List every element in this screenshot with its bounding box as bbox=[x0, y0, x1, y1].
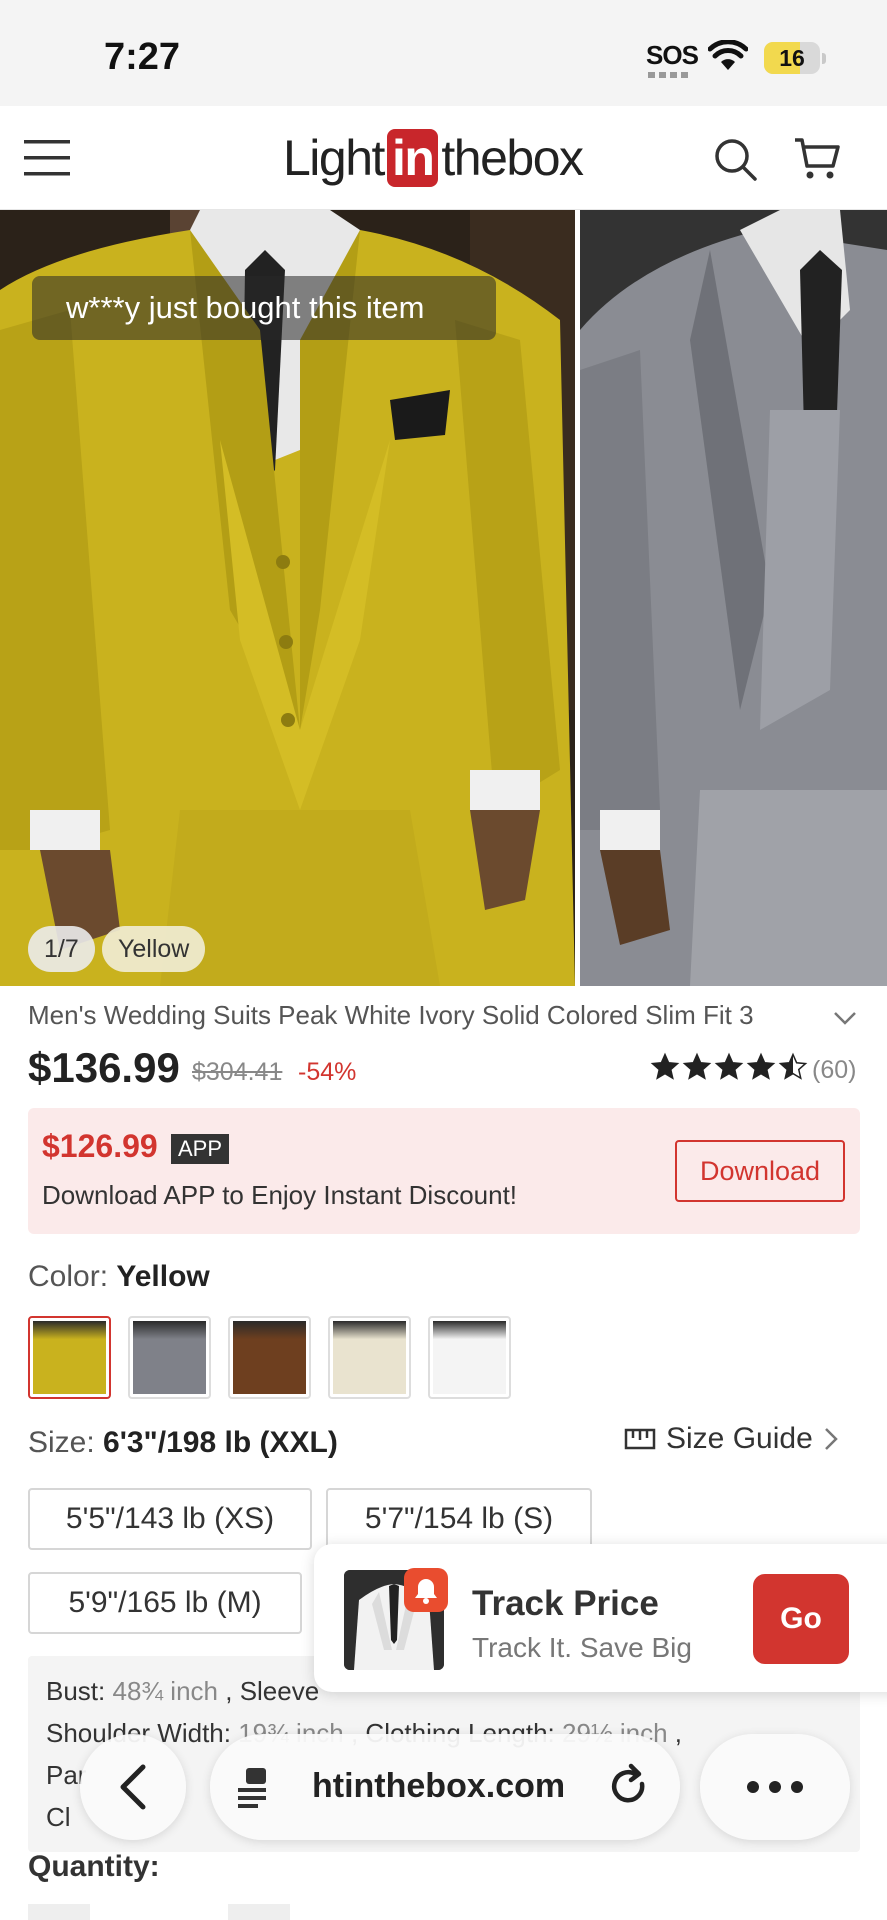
color-swatches bbox=[28, 1316, 511, 1399]
app-price: $126.99 bbox=[42, 1128, 158, 1164]
bell-icon bbox=[404, 1568, 448, 1612]
ruler-icon bbox=[624, 1428, 656, 1450]
chevron-right-icon bbox=[824, 1428, 838, 1450]
swatch-thumbnail bbox=[433, 1321, 506, 1394]
review-count[interactable]: (60) bbox=[812, 1056, 856, 1085]
color-swatch[interactable] bbox=[428, 1316, 511, 1399]
site-logo[interactable]: Light in thebox bbox=[283, 128, 584, 188]
swatch-thumbnail bbox=[233, 1321, 306, 1394]
app-promo-text: Download APP to Enjoy Instant Discount! bbox=[42, 1180, 518, 1210]
battery-icon: 16 bbox=[764, 42, 820, 74]
size-guide-link[interactable]: Size Guide bbox=[624, 1422, 839, 1456]
size-option-s[interactable]: 5'7"/154 lb (S) bbox=[326, 1488, 592, 1550]
track-price-subtitle: Track It. Save Big bbox=[472, 1632, 692, 1663]
color-label-prefix: Color: bbox=[28, 1260, 109, 1293]
bust-label: Bust: bbox=[46, 1676, 106, 1706]
product-photo-yellow[interactable]: w***y just bought this item 1/7 Yellow bbox=[0, 210, 575, 986]
product-photo-gray[interactable] bbox=[580, 210, 887, 986]
more-dot-icon bbox=[791, 1781, 803, 1793]
battery-cap bbox=[822, 53, 826, 64]
battery-percent: 16 bbox=[779, 45, 805, 71]
search-icon[interactable] bbox=[712, 136, 758, 182]
star-icon bbox=[650, 1052, 680, 1080]
track-price-popup[interactable]: Track Price Track It. Save Big Go bbox=[314, 1544, 887, 1692]
swatch-thumbnail bbox=[33, 1321, 106, 1394]
app-badge: APP bbox=[171, 1134, 230, 1164]
color-swatch[interactable] bbox=[328, 1316, 411, 1399]
image-counter: 1/7 bbox=[28, 926, 95, 972]
color-swatch[interactable] bbox=[28, 1316, 111, 1399]
reload-icon[interactable] bbox=[604, 1762, 654, 1812]
image-color-tag: Yellow bbox=[102, 926, 206, 972]
size-guide-label: Size Guide bbox=[666, 1422, 813, 1455]
swatch-thumbnail bbox=[133, 1321, 206, 1394]
star-icon bbox=[778, 1052, 808, 1080]
original-price: $304.41 bbox=[192, 1058, 283, 1086]
status-time: 7:27 bbox=[104, 36, 181, 78]
browser-address-bar[interactable]: htinthebox.com bbox=[210, 1734, 680, 1840]
gray-suit-illustration bbox=[580, 210, 887, 986]
quantity-label: Quantity: bbox=[28, 1850, 160, 1883]
size-option-xs[interactable]: 5'5"/143 lb (XS) bbox=[28, 1488, 312, 1550]
product-gallery[interactable]: w***y just bought this item 1/7 Yellow bbox=[0, 210, 887, 986]
browser-back-button[interactable] bbox=[80, 1734, 186, 1840]
cart-icon[interactable] bbox=[793, 136, 841, 182]
app-discount-banner: $126.99 APP Download APP to Enjoy Instan… bbox=[28, 1108, 860, 1234]
product-title[interactable]: Men's Wedding Suits Peak White Ivory Sol… bbox=[28, 1000, 828, 1031]
chevron-down-icon[interactable] bbox=[830, 1004, 860, 1032]
menu-icon[interactable] bbox=[24, 138, 70, 178]
download-app-button[interactable]: Download bbox=[675, 1140, 845, 1202]
current-price: $136.99 bbox=[28, 1044, 180, 1091]
logo-text-right: thebox bbox=[441, 130, 584, 186]
quantity-decrement-button[interactable] bbox=[28, 1904, 90, 1920]
signal-dots-icon bbox=[648, 72, 690, 78]
track-go-button[interactable]: Go bbox=[753, 1574, 849, 1664]
logo-text-left: Light bbox=[283, 130, 385, 186]
star-icon bbox=[714, 1052, 744, 1080]
rating-stars[interactable] bbox=[650, 1052, 808, 1082]
track-price-title: Track Price bbox=[472, 1584, 659, 1623]
size-option-m[interactable]: 5'9"/165 lb (M) bbox=[28, 1572, 302, 1634]
site-header: Light in thebox bbox=[0, 106, 887, 210]
chevron-left-icon bbox=[120, 1764, 146, 1810]
sleeve-label: Sleeve bbox=[239, 1676, 320, 1706]
color-label: Color: Yellow bbox=[28, 1260, 210, 1294]
bust-value: 48¾ inch bbox=[112, 1676, 219, 1706]
extension-puzzle-icon[interactable] bbox=[234, 1762, 284, 1812]
color-swatch[interactable] bbox=[228, 1316, 311, 1399]
sos-indicator: SOS bbox=[646, 40, 699, 70]
swatch-thumbnail bbox=[333, 1321, 406, 1394]
size-label-prefix: Size: bbox=[28, 1426, 95, 1459]
star-icon bbox=[682, 1052, 712, 1080]
browser-more-button[interactable] bbox=[700, 1734, 850, 1840]
selected-size: 6'3"/198 lb (XXL) bbox=[103, 1426, 338, 1459]
logo-text-mid: in bbox=[386, 129, 439, 187]
more-dot-icon bbox=[769, 1781, 781, 1793]
wifi-icon bbox=[708, 40, 748, 70]
selected-color: Yellow bbox=[116, 1260, 210, 1293]
recent-purchase-toast: w***y just bought this item bbox=[32, 276, 496, 340]
quantity-increment-button[interactable] bbox=[228, 1904, 290, 1920]
star-icon bbox=[746, 1052, 776, 1080]
browser-url: htinthebox.com bbox=[312, 1767, 566, 1805]
size-label: Size: 6'3"/198 lb (XXL) bbox=[28, 1426, 338, 1460]
status-bar: 7:27 SOS 16 bbox=[0, 0, 887, 106]
discount-percent: -54% bbox=[298, 1058, 357, 1086]
color-swatch[interactable] bbox=[128, 1316, 211, 1399]
more-dot-icon bbox=[747, 1781, 759, 1793]
